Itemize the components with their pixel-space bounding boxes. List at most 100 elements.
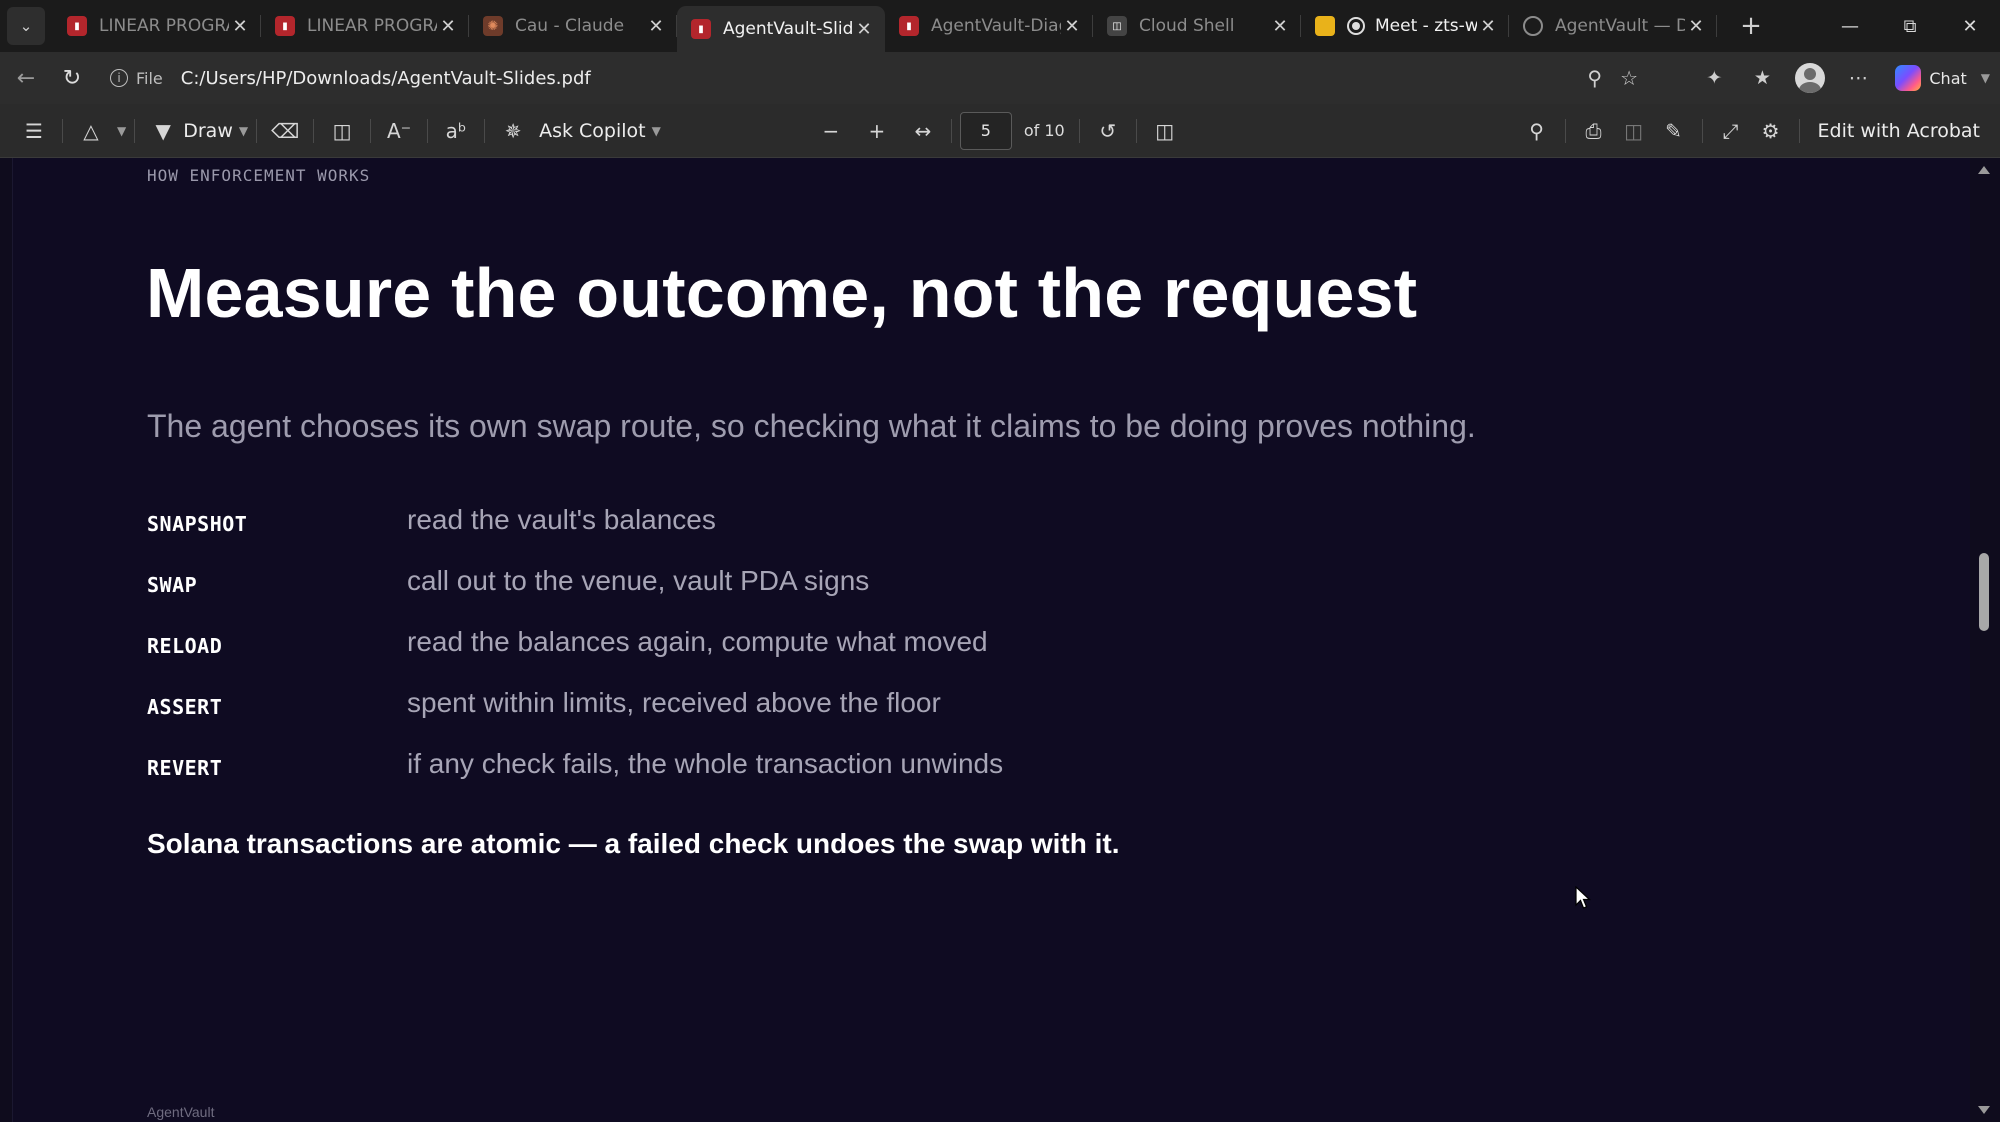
search-icon[interactable]: ⚲ [1517,111,1557,151]
text-box-icon[interactable]: ◫ [322,111,362,151]
close-tab-icon[interactable]: ✕ [1477,16,1499,37]
close-tab-icon[interactable]: ✕ [229,16,251,37]
chevron-down-icon[interactable]: ▼ [239,124,248,138]
copilot-chat-button[interactable]: Chat ▼ [1895,65,1990,91]
close-tab-icon[interactable]: ✕ [853,19,875,40]
tab-title: LINEAR PROGRAMI [307,16,437,36]
browser-tab[interactable]: AgentVault — DCA ✕ [1509,0,1717,52]
eraser-icon[interactable]: ⌫ [265,111,305,151]
zoom-icon[interactable]: ⚲ [1587,66,1602,90]
favorites-icon[interactable]: ★ [1745,61,1779,95]
read-aloud-icon[interactable]: A⁻ [379,111,419,151]
fullscreen-icon[interactable]: ⤢ [1711,111,1751,151]
site-info-button[interactable]: i File [102,69,163,88]
save-as-icon[interactable]: ✎ [1654,111,1694,151]
step-key: SNAPSHOT [147,512,248,536]
table-of-contents-icon[interactable]: ☰ [14,111,54,151]
browser-tab[interactable]: Meet - zts-wpf ✕ [1301,0,1509,52]
slide-page: HOW ENFORCEMENT WORKS Measure the outcom… [12,158,1970,1122]
translate-icon[interactable]: aᵇ [436,111,476,151]
minimize-icon[interactable]: — [1820,0,1880,52]
chevron-down-icon[interactable]: ▼ [117,124,126,138]
arrow-left-icon: ← [16,65,36,91]
chevron-down-icon: ▼ [1980,71,1990,85]
step-description: if any check fails, the whole transactio… [407,748,1004,779]
close-tab-icon[interactable]: ✕ [1269,16,1291,37]
slide-closing-statement: Solana transactions are atomic — a faile… [147,828,1120,859]
omnibox-actions: ⚲ ☆ [1587,58,1652,98]
back-button[interactable]: ← [6,58,46,98]
page-count: of 10 [1023,121,1065,140]
tab-actions-menu-button[interactable]: ⌄ [7,7,45,45]
close-tab-icon[interactable]: ✕ [1685,16,1707,37]
copilot-icon [1895,65,1922,91]
fit-to-width-icon[interactable]: ↔ [903,111,943,151]
browser-tab[interactable]: ◫ Cloud Shell ✕ [1093,0,1301,52]
zoom-in-icon[interactable]: + [857,111,897,151]
close-tab-icon[interactable]: ✕ [437,16,459,37]
browser-tab-active[interactable]: ▮ AgentVault-Slides.p ✕ [677,6,885,52]
restore-icon[interactable]: ⧉ [1880,0,1940,52]
browser-tab[interactable]: ✺ Cau - Claude ✕ [469,0,677,52]
browser-tab[interactable]: ▮ LINEAR PROGRAMI ✕ [53,0,261,52]
chevron-down-icon[interactable]: ▼ [652,124,661,138]
zoom-out-icon[interactable]: − [811,111,851,151]
pdf-viewport[interactable]: HOW ENFORCEMENT WORKS Measure the outcom… [0,158,2000,1122]
tab-list: ▮ LINEAR PROGRAMI ✕ ▮ LINEAR PROGRAMI ✕ … [53,0,1717,52]
divider [134,118,136,143]
pdf-icon: ▮ [691,19,711,39]
extensions-icon[interactable]: ✦ [1697,61,1731,95]
chevron-down-icon: ⌄ [19,17,33,35]
browser-tab[interactable]: ▮ LINEAR PROGRAMI ✕ [261,0,469,52]
browser-actions: ✦ ★ ⋯ Chat ▼ [1697,58,1990,98]
highlight-icon[interactable]: △ [71,111,111,151]
browser-tab[interactable]: ▮ AgentVault-Diagra ✕ [885,0,1093,52]
divider [427,118,429,143]
step-description: read the balances again, compute what mo… [407,626,988,657]
divider [1701,118,1703,143]
page-number-input[interactable] [959,111,1012,150]
close-window-icon[interactable]: ✕ [1940,0,2000,52]
page-view-icon[interactable]: ◫ [1145,111,1185,151]
profile-button[interactable] [1793,61,1827,95]
scrollbar-thumb[interactable] [1979,553,1989,631]
omnibox[interactable]: i File C:/Users/HP/Downloads/AgentVault-… [102,58,1652,98]
step-key: SWAP [147,573,198,597]
save-icon[interactable]: ◫ [1614,111,1654,151]
scroll-up-icon[interactable] [1978,166,1990,174]
draw-icon[interactable]: ▼ [143,111,183,151]
pdf-icon: ▮ [899,16,919,36]
avatar [1795,63,1826,93]
new-tab-button[interactable]: + [1733,11,1769,41]
ask-copilot-button[interactable]: Ask Copilot [539,120,646,142]
copilot-outline-icon[interactable]: ✵ [493,111,533,151]
close-tab-icon[interactable]: ✕ [1061,16,1083,37]
window-controls: — ⧉ ✕ [1820,0,2000,52]
mouse-cursor-icon [1575,886,1592,909]
rotate-icon[interactable]: ↺ [1088,111,1128,151]
reload-button[interactable]: ↻ [52,58,92,98]
slide-title: Measure the outcome, not the request [146,254,1418,332]
tab-title: LINEAR PROGRAMI [99,16,229,36]
slide-footer: AgentVault [147,1104,215,1120]
edit-with-acrobat-button[interactable]: Edit with Acrobat [1818,120,1980,142]
close-tab-icon[interactable]: ✕ [645,16,667,37]
slide-subtitle: The agent chooses its own swap route, so… [147,408,1476,444]
scroll-down-icon[interactable] [1978,1106,1990,1114]
url-text[interactable]: C:/Users/HP/Downloads/AgentVault-Slides.… [181,68,591,89]
info-icon: i [110,69,128,87]
settings-icon[interactable]: ⚙ [1751,111,1791,151]
draw-button[interactable]: Draw [183,120,233,142]
pdf-icon: ▮ [67,16,87,36]
vertical-scrollbar[interactable] [1970,158,2000,1122]
more-options-icon[interactable]: ⋯ [1841,61,1875,95]
site-info-label: File [136,68,163,88]
tab-title: Cau - Claude [515,16,625,36]
star-icon[interactable]: ☆ [1620,66,1638,90]
step-key: RELOAD [147,634,223,658]
divider [1078,118,1080,143]
print-icon[interactable]: ⎙ [1574,111,1614,151]
divider [484,118,486,143]
tab-title: AgentVault-Slides.p [723,19,853,39]
step-description: call out to the venue, vault PDA signs [407,565,870,596]
